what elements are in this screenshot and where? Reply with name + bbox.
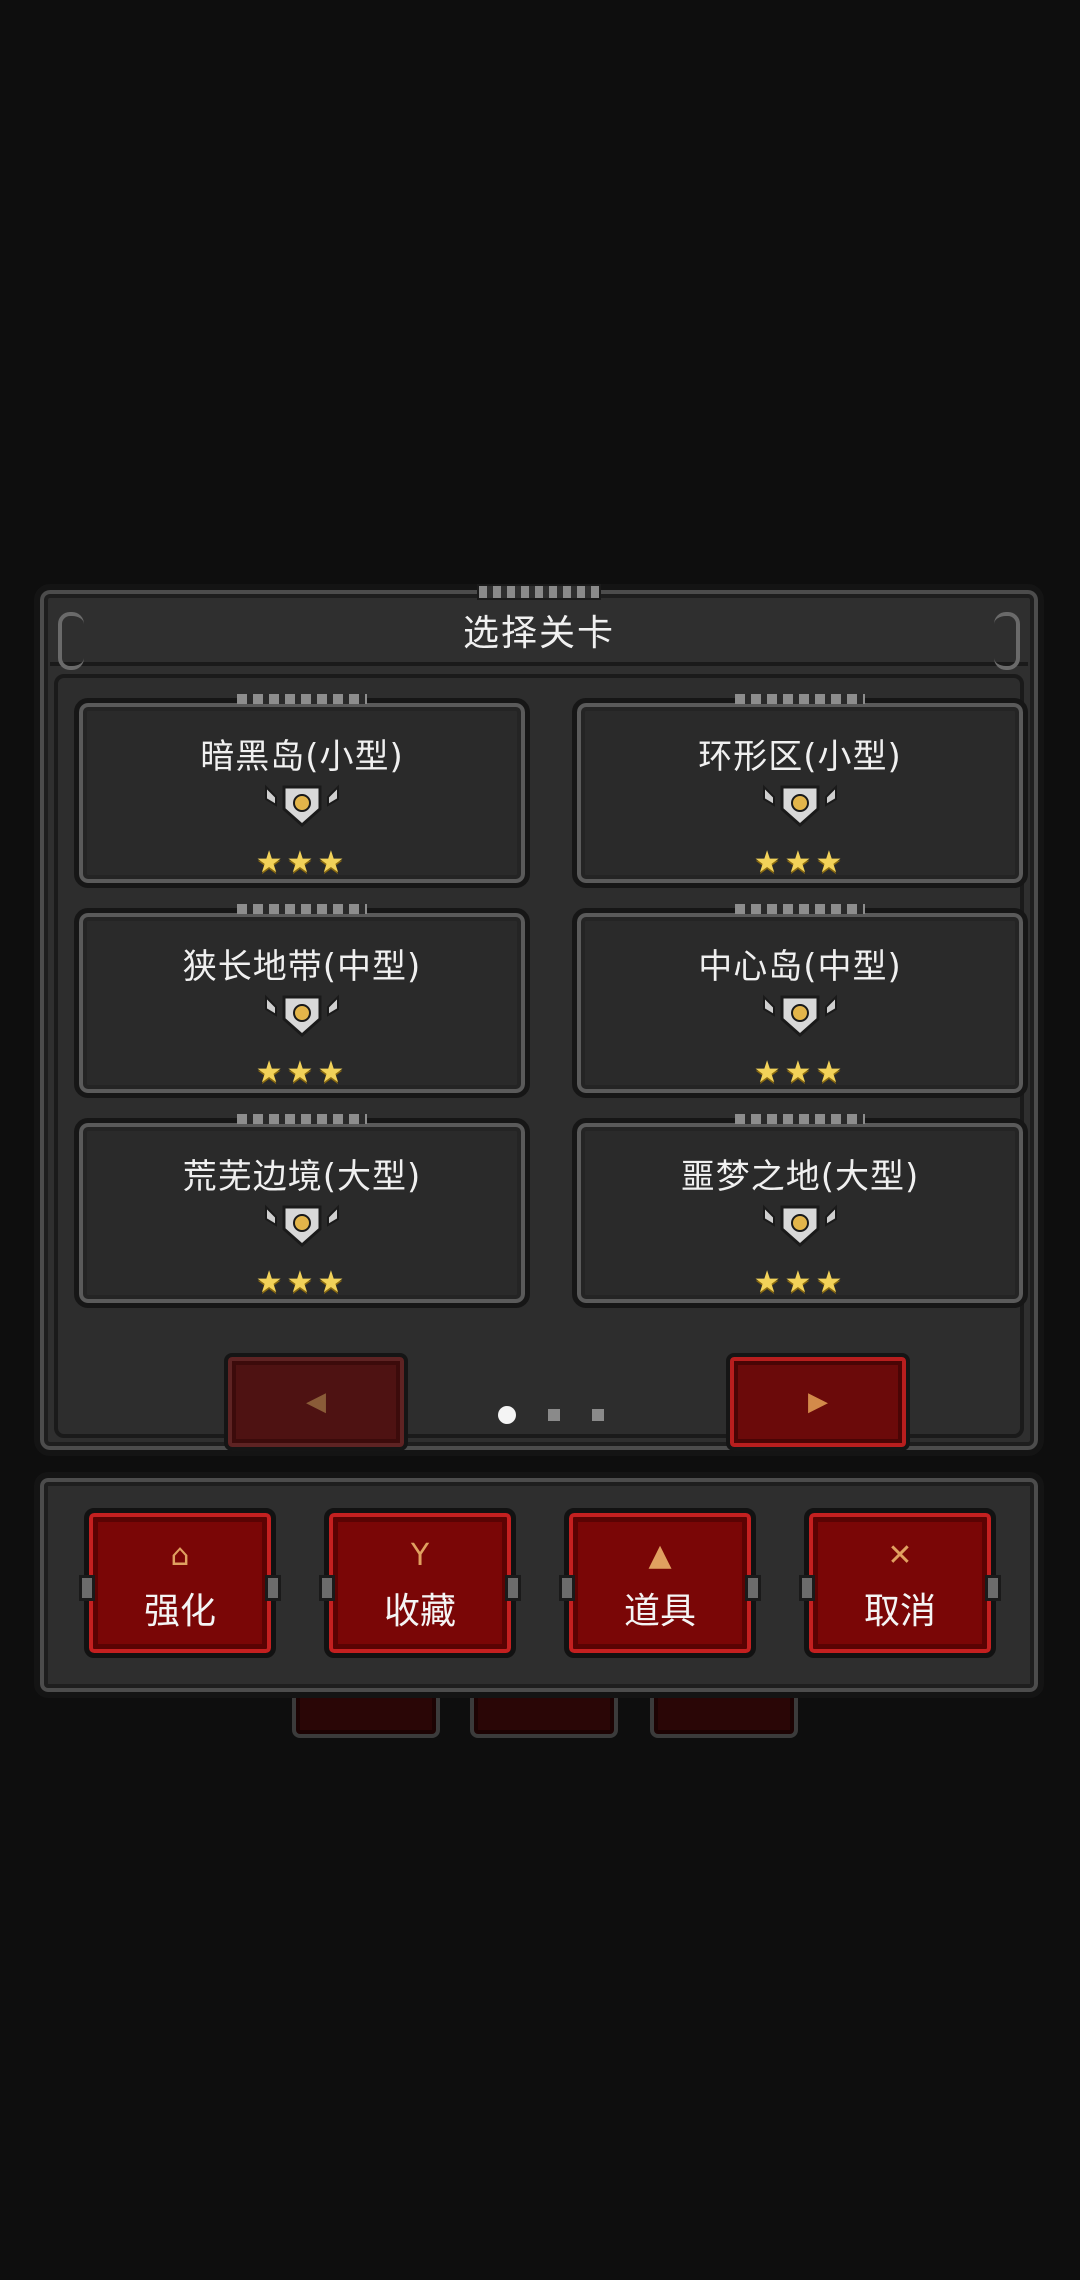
card-ornament — [735, 694, 865, 704]
next-page-button[interactable]: ▶ — [726, 1353, 910, 1451]
card-ornament — [237, 1114, 367, 1124]
items-button[interactable]: ▲ 道具 — [559, 1508, 761, 1658]
level-name: 噩梦之地(大型) — [680, 1157, 920, 1197]
cancel-label: 取消 — [863, 1591, 936, 1632]
star-rating: ★★★ — [753, 1055, 847, 1090]
collection-label: 收藏 — [383, 1591, 456, 1632]
level-name: 狭长地带(中型) — [182, 947, 422, 987]
card-ornament — [735, 1114, 865, 1124]
shield-badge-icon — [265, 784, 339, 828]
level-grid: 暗黑岛(小型) ★★★ 环形区(小型) ★★★ 狭长地带(中型) ★★★ 中心岛… — [74, 694, 1028, 1308]
level-name: 荒芜边境(大型) — [182, 1157, 422, 1197]
dialog-title: 选择关卡 — [462, 613, 615, 654]
prev-page-button[interactable]: ◀ — [224, 1353, 408, 1451]
goblet-icon: Y — [410, 1538, 430, 1573]
level-name: 暗黑岛(小型) — [200, 737, 404, 777]
card-ornament — [735, 904, 865, 914]
cancel-button[interactable]: ✕ 取消 — [799, 1508, 1001, 1658]
arrow-left-icon: ◀ — [306, 1387, 326, 1417]
items-label: 道具 — [623, 1591, 696, 1632]
page-dot — [592, 1409, 604, 1421]
dialog-body: 暗黑岛(小型) ★★★ 环形区(小型) ★★★ 狭长地带(中型) ★★★ 中心岛… — [54, 674, 1028, 1451]
star-rating: ★★★ — [255, 1055, 349, 1090]
level-card[interactable]: 噩梦之地(大型) ★★★ — [572, 1114, 1028, 1308]
level-card[interactable]: 环形区(小型) ★★★ — [572, 694, 1028, 888]
dialog-titlebar: 选择关卡 — [50, 584, 1028, 670]
corner-ornament — [994, 612, 1020, 670]
star-rating: ★★★ — [255, 845, 349, 880]
page-dot — [548, 1409, 560, 1421]
card-ornament — [237, 904, 367, 914]
shield-badge-icon — [763, 1204, 837, 1248]
arrow-right-icon: ▶ — [808, 1387, 828, 1417]
level-card[interactable]: 中心岛(中型) ★★★ — [572, 904, 1028, 1098]
level-name: 中心岛(中型) — [698, 947, 902, 987]
level-name: 环形区(小型) — [698, 737, 902, 777]
collection-button[interactable]: Y 收藏 — [319, 1508, 521, 1658]
title-ornament — [477, 584, 601, 600]
star-rating: ★★★ — [255, 1265, 349, 1300]
upgrade-label: 强化 — [143, 1591, 216, 1632]
shield-badge-icon — [265, 1204, 339, 1248]
level-select-dialog: 选择关卡 暗黑岛(小型) ★★★ 环形区(小型) ★★★ 狭长地带(中型) ★★… — [34, 584, 1044, 1456]
game-screen: 选择关卡 暗黑岛(小型) ★★★ 环形区(小型) ★★★ 狭长地带(中型) ★★… — [0, 0, 1080, 2280]
page-dot-active — [498, 1406, 516, 1424]
upgrade-button[interactable]: ⌂ 强化 — [79, 1508, 281, 1658]
level-card[interactable]: 暗黑岛(小型) ★★★ — [74, 694, 530, 888]
corner-ornament — [58, 612, 84, 670]
level-card[interactable]: 荒芜边境(大型) ★★★ — [74, 1114, 530, 1308]
level-card[interactable]: 狭长地带(中型) ★★★ — [74, 904, 530, 1098]
shield-badge-icon — [763, 784, 837, 828]
shield-badge-icon — [763, 994, 837, 1038]
star-rating: ★★★ — [753, 845, 847, 880]
upgrade-icon: ⌂ — [170, 1538, 190, 1573]
shield-badge-icon — [265, 994, 339, 1038]
page-indicator — [498, 1406, 648, 1424]
potion-icon: ▲ — [648, 1538, 672, 1573]
card-ornament — [237, 694, 367, 704]
action-bar: ⌂ 强化 Y 收藏 ▲ 道具 ✕ 取消 — [34, 1472, 1044, 1698]
star-rating: ★★★ — [753, 1265, 847, 1300]
close-icon: ✕ — [887, 1538, 913, 1573]
